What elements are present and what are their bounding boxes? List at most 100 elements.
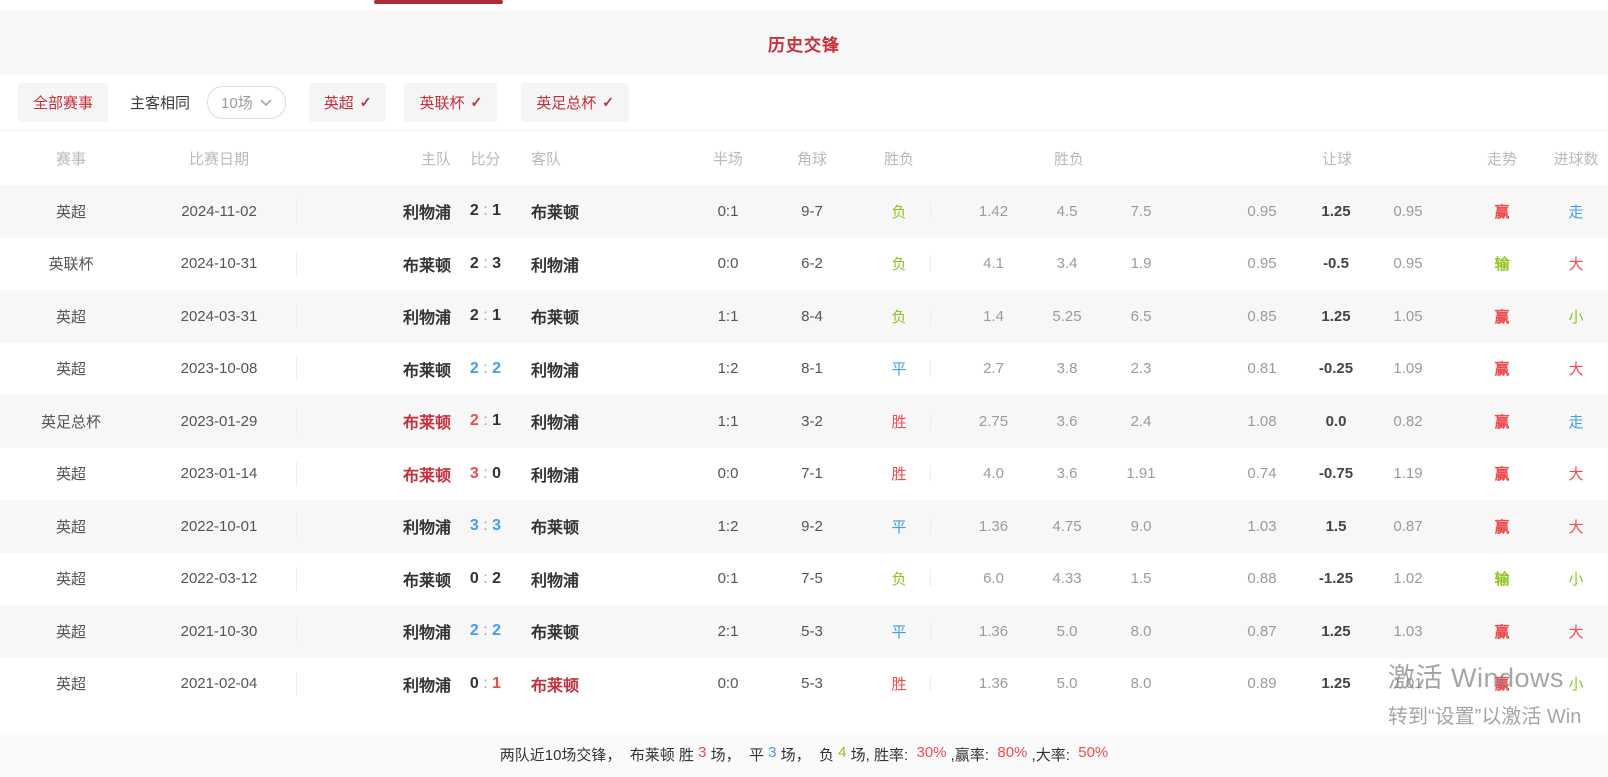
check-icon: ✓: [360, 94, 372, 111]
header-score: 比分: [451, 148, 520, 169]
summary-line: 两队近10场交锋， 布莱顿 胜 3 场， 平 3 场， 负 4 场, 胜率: 3…: [0, 735, 1608, 777]
cell-trend: 赢: [1444, 201, 1544, 222]
table-row[interactable]: 英超 2023-01-14 布莱顿 3 : 0 利物浦 0:0 7-1 胜 4.…: [0, 448, 1608, 501]
cell-handicap-line: -0.5: [1300, 255, 1372, 272]
table-row[interactable]: 英超 2021-02-04 利物浦 0 : 1 布莱顿 0:0 5-3 胜 1.…: [0, 658, 1608, 711]
cell-result: 胜: [868, 673, 930, 694]
cell-handicap-line: 1.25: [1300, 308, 1372, 325]
cell-handicap-home: 0.95: [1178, 203, 1300, 220]
table-row[interactable]: 英超 2021-10-30 利物浦 2 : 2 布莱顿 2:1 5-3 平 1.…: [0, 605, 1608, 658]
cell-away-team: 布莱顿: [520, 672, 700, 696]
cell-handicap-home: 0.85: [1178, 308, 1300, 325]
cell-league: 英超: [0, 621, 142, 642]
header-win-draw-loss-odds: 胜负: [930, 148, 1178, 169]
cell-result: 负: [868, 201, 930, 222]
cell-league: 英超: [0, 673, 142, 694]
cell-date: 2023-01-29: [142, 413, 296, 430]
cell-halftime-score: 0:1: [700, 203, 756, 220]
table-row[interactable]: 英联杯 2024-10-31 布莱顿 2 : 3 利物浦 0:0 6-2 负 4…: [0, 238, 1608, 291]
cell-away-team: 利物浦: [520, 462, 700, 486]
cell-league: 英超: [0, 516, 142, 537]
cell-score: 2 : 2: [451, 622, 520, 640]
cell-score: 3 : 0: [451, 465, 520, 483]
cell-odds-home: 2.7: [930, 360, 1030, 377]
cell-halftime-score: 0:0: [700, 465, 756, 482]
cell-goals-total: 走: [1544, 201, 1608, 222]
cell-odds-draw: 4.33: [1030, 570, 1104, 587]
cell-odds-away: 1.5: [1104, 570, 1178, 587]
header-halftime: 半场: [700, 148, 756, 169]
league-filter-button[interactable]: 英超 ✓: [309, 83, 387, 122]
home-away-same-toggle[interactable]: 主客相同: [130, 92, 190, 113]
cell-handicap-away: 1.05: [1372, 308, 1444, 325]
cell-home-team: 利物浦: [296, 672, 451, 696]
cell-result: 胜: [868, 411, 930, 432]
cell-goals-total: 大: [1544, 463, 1608, 484]
league-filter-button[interactable]: 英足总杯 ✓: [521, 83, 629, 122]
cell-handicap-away: 1.03: [1372, 623, 1444, 640]
table-row[interactable]: 英超 2022-10-01 利物浦 3 : 3 布莱顿 1:2 9-2 平 1.…: [0, 500, 1608, 553]
table-row[interactable]: 英超 2024-11-02 利物浦 2 : 1 布莱顿 0:1 9-7 负 1.…: [0, 185, 1608, 238]
table-row[interactable]: 英足总杯 2023-01-29 布莱顿 2 : 1 利物浦 1:1 3-2 胜 …: [0, 395, 1608, 448]
cell-corners: 5-3: [756, 675, 868, 692]
header-trend: 走势: [1444, 148, 1544, 169]
summary-segment: 50%: [1078, 744, 1108, 761]
cell-score: 2 : 3: [451, 255, 520, 273]
cell-odds-draw: 5.25: [1030, 308, 1104, 325]
filter-bar: 全部赛事 主客相同 10场 英超 ✓ 英联杯 ✓ 英足总杯 ✓: [0, 75, 1608, 131]
table-row[interactable]: 英超 2023-10-08 布莱顿 2 : 2 利物浦 1:2 8-1 平 2.…: [0, 343, 1608, 396]
cell-score: 2 : 1: [451, 202, 520, 220]
cell-corners: 7-1: [756, 465, 868, 482]
cell-result: 负: [868, 568, 930, 589]
header-goals-total: 进球数: [1544, 148, 1608, 169]
cell-away-team: 布莱顿: [520, 514, 700, 538]
cell-date: 2022-03-12: [142, 570, 296, 587]
cell-score: 2 : 1: [451, 412, 520, 430]
summary-segment: 30%: [916, 744, 946, 761]
cell-score: 2 : 1: [451, 307, 520, 325]
top-tab-strip: [0, 0, 1608, 11]
summary-segment: 3: [698, 744, 706, 761]
cell-handicap-line: -1.25: [1300, 570, 1372, 587]
cell-halftime-score: 0:0: [700, 675, 756, 692]
match-count-dropdown[interactable]: 10场: [207, 86, 286, 119]
cell-odds-home: 1.36: [930, 518, 1030, 535]
active-tab-underline: [374, 0, 503, 4]
header-away-team: 客队: [520, 148, 700, 169]
header-handicap: 让球: [1178, 148, 1444, 169]
cell-odds-home: 4.0: [930, 465, 1030, 482]
cell-away-team: 利物浦: [520, 357, 700, 381]
page-title: 历史交锋: [768, 31, 840, 56]
cell-result: 负: [868, 306, 930, 327]
cell-odds-draw: 3.8: [1030, 360, 1104, 377]
cell-odds-draw: 3.6: [1030, 413, 1104, 430]
cell-corners: 8-4: [756, 308, 868, 325]
table-row[interactable]: 英超 2024-03-31 利物浦 2 : 1 布莱顿 1:1 8-4 负 1.…: [0, 290, 1608, 343]
league-filter-group: 英超 ✓ 英联杯 ✓ 英足总杯 ✓: [309, 83, 629, 122]
summary-segment: 场， 平: [706, 744, 768, 765]
cell-score: 0 : 1: [451, 675, 520, 693]
cell-home-team: 布莱顿: [296, 567, 451, 591]
cell-odds-home: 1.36: [930, 623, 1030, 640]
check-icon: ✓: [470, 94, 482, 111]
cell-trend: 输: [1444, 568, 1544, 589]
cell-trend: 赢: [1444, 411, 1544, 432]
cell-goals-total: 大: [1544, 516, 1608, 537]
cell-handicap-away: 0.82: [1372, 413, 1444, 430]
header-result: 胜负: [868, 148, 930, 169]
cell-corners: 8-1: [756, 360, 868, 377]
cell-trend: 赢: [1444, 516, 1544, 537]
summary-segment: 4: [838, 744, 846, 761]
cell-handicap-line: 1.25: [1300, 623, 1372, 640]
league-filter-button[interactable]: 英联杯 ✓: [404, 83, 497, 122]
cell-home-team: 布莱顿: [296, 252, 451, 276]
table-row[interactable]: 英超 2022-03-12 布莱顿 0 : 2 利物浦 0:1 7-5 负 6.…: [0, 553, 1608, 606]
cell-odds-draw: 3.6: [1030, 465, 1104, 482]
summary-segment: 3: [768, 744, 776, 761]
cell-date: 2023-01-14: [142, 465, 296, 482]
cell-handicap-line: -0.25: [1300, 360, 1372, 377]
cell-home-team: 利物浦: [296, 619, 451, 643]
cell-odds-away: 2.4: [1104, 413, 1178, 430]
all-events-filter-button[interactable]: 全部赛事: [18, 83, 108, 122]
cell-league: 英超: [0, 201, 142, 222]
